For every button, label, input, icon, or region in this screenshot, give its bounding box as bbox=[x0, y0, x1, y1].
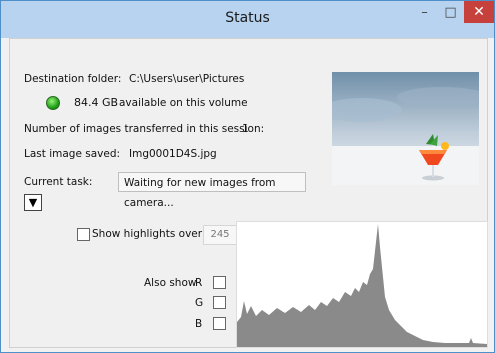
last-image-preview bbox=[332, 72, 479, 185]
status-window: Status – □ ✕ Destination folder: C:\User… bbox=[0, 0, 495, 353]
highlight-threshold-input[interactable]: 245 bbox=[203, 225, 237, 245]
title-bar[interactable]: Status – □ ✕ bbox=[1, 1, 494, 38]
free-space-text: available on this volume bbox=[119, 97, 248, 109]
luminance-histogram bbox=[236, 221, 488, 348]
channel-b-label: B bbox=[195, 318, 203, 330]
channel-r-label: R bbox=[195, 277, 203, 289]
maximize-button[interactable]: □ bbox=[437, 1, 464, 25]
close-button[interactable]: ✕ bbox=[464, 1, 494, 23]
also-show-label: Also show bbox=[144, 277, 197, 289]
show-highlights-checkbox[interactable] bbox=[77, 228, 90, 241]
expand-arrow-icon[interactable]: ▼ bbox=[24, 194, 42, 211]
destination-value: C:\Users\user\Pictures bbox=[129, 73, 245, 85]
destination-label: Destination folder: bbox=[24, 73, 122, 85]
current-task-label: Current task: bbox=[24, 176, 93, 188]
transferred-count: 1 bbox=[242, 123, 249, 135]
status-led-icon bbox=[46, 96, 60, 110]
channel-r-checkbox[interactable] bbox=[213, 276, 226, 289]
last-saved-value: Img0001D4S.jpg bbox=[129, 148, 217, 160]
last-saved-label: Last image saved: bbox=[24, 148, 121, 160]
channel-g-checkbox[interactable] bbox=[213, 296, 226, 309]
free-space-amount: 84.4 GB bbox=[74, 96, 119, 109]
current-task-field: Waiting for new images from camera... bbox=[118, 172, 306, 209]
minimize-button[interactable]: – bbox=[411, 1, 438, 25]
show-highlights-label: Show highlights over bbox=[92, 228, 203, 240]
channel-b-checkbox[interactable] bbox=[213, 317, 226, 330]
transferred-label: Number of images transferred in this ses… bbox=[24, 123, 265, 135]
status-panel: Destination folder: C:\Users\user\Pictur… bbox=[9, 38, 488, 348]
channel-g-label: G bbox=[195, 297, 204, 309]
